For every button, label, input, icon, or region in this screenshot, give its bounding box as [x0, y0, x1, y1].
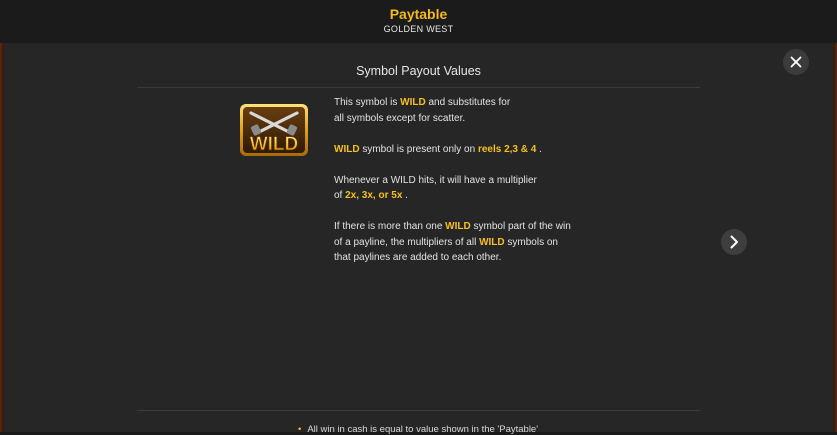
multiplier-highlight: 2x, 3x, or 5x	[345, 190, 403, 201]
game-name: GOLDEN WEST	[383, 24, 454, 34]
divider-top	[137, 87, 700, 88]
desc-text: of	[334, 190, 346, 201]
desc-text: .	[536, 143, 542, 155]
desc-text: Whenever a WILD hits, it will have a mul…	[334, 174, 537, 186]
wild-highlight: WILD	[334, 143, 360, 155]
desc-text: all symbols except for scatter.	[334, 112, 466, 124]
symbol-description: This symbol is WILD and substitutes for …	[334, 95, 634, 281]
desc-text: and substitutes for	[425, 97, 511, 108]
section-title: Symbol Payout Values	[356, 64, 481, 78]
divider-bottom	[137, 410, 700, 411]
desc-text: This symbol is	[334, 97, 401, 108]
bullet-icon: •	[298, 424, 302, 435]
page-title: Paytable	[389, 6, 448, 22]
wild-highlight: WILD	[400, 97, 426, 108]
description-paragraph-3: Whenever a WILD hits, it will have a mul…	[334, 173, 634, 204]
description-paragraph-2: WILD symbol is present only on reels 2,3…	[334, 142, 634, 158]
wild-highlight: WILD	[479, 236, 505, 248]
desc-text: .	[402, 190, 408, 201]
reels-highlight: reels 2,3 & 4	[477, 143, 537, 155]
wild-highlight: WILD	[445, 221, 471, 232]
next-page-button[interactable]	[721, 229, 747, 255]
app-frame: Paytable GOLDEN WEST Symbol Payout Value…	[0, 0, 837, 435]
footnote: • All win in cash is equal to value shown…	[298, 424, 538, 435]
desc-text: symbol part of the win	[470, 221, 571, 232]
wild-crossed-pistols-icon: WILD	[240, 104, 308, 156]
desc-text: that paylines are added to each other.	[334, 252, 502, 263]
desc-text: If there is more than one	[334, 221, 446, 232]
desc-text: of a payline, the multipliers of all	[334, 236, 480, 248]
chevron-right-icon	[730, 235, 738, 249]
description-paragraph-4: If there is more than one WILD symbol pa…	[334, 219, 634, 266]
wild-symbol-image: WILD	[239, 103, 309, 157]
wild-symbol-text: WILD	[250, 134, 299, 155]
footnote-text: All win in cash is equal to value shown …	[307, 424, 539, 435]
description-paragraph-1: This symbol is WILD and substitutes for …	[334, 95, 634, 126]
desc-text: symbol is present only on	[359, 143, 478, 155]
paytable-header: Paytable GOLDEN WEST	[0, 0, 837, 43]
desc-text: symbols on	[504, 236, 558, 248]
